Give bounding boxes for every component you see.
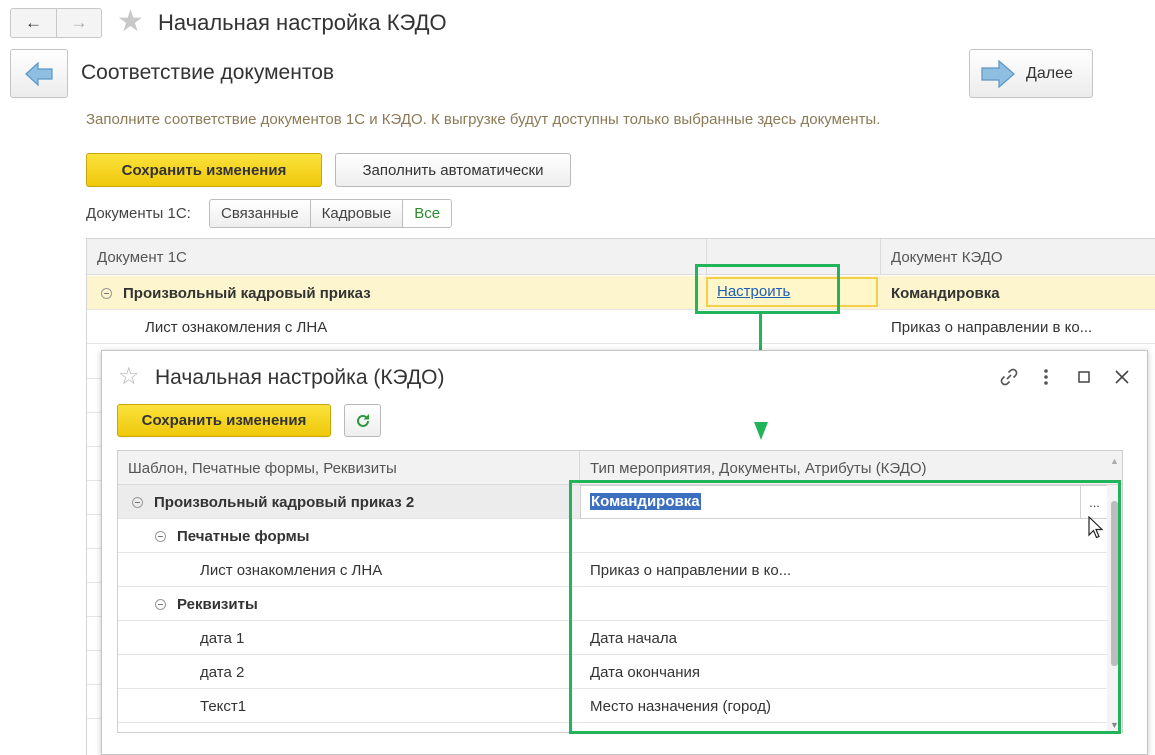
grid-line xyxy=(87,412,101,413)
row-doc1c: Лист ознакомления с ЛНА xyxy=(145,318,328,336)
tree-row-left: Произвольный кадровый приказ 2 xyxy=(132,485,414,519)
grid-line xyxy=(87,616,101,617)
next-button[interactable]: Далее xyxy=(969,49,1093,98)
tree-row-left: дата 2 xyxy=(200,663,245,681)
table-row[interactable]: Произвольный кадровый приказ Командировк… xyxy=(87,276,1155,310)
grid-line xyxy=(87,514,101,515)
table-row[interactable]: Лист ознакомления с ЛНА Приказ о направл… xyxy=(87,310,1155,344)
grid-line xyxy=(87,650,101,651)
tree-row-left-text: Печатные формы xyxy=(177,527,310,545)
collapse-icon[interactable] xyxy=(155,530,166,542)
tree-row-left: дата 1 xyxy=(200,629,245,647)
hint-text: Заполните соответствие документов 1С и К… xyxy=(86,111,881,128)
filter-label: Документы 1С: xyxy=(86,205,191,222)
table-header: Документ 1С Документ КЭДО xyxy=(87,239,1155,275)
refresh-icon xyxy=(356,413,369,427)
refresh-button[interactable] xyxy=(344,404,381,437)
row-kedo: Командировка xyxy=(891,284,1000,302)
grid-line xyxy=(87,480,101,481)
collapse-icon[interactable] xyxy=(101,287,112,299)
dialog-title: Начальная настройка (КЭДО) xyxy=(155,366,445,389)
grid-line xyxy=(87,582,101,583)
arrow-left-icon xyxy=(25,61,53,86)
close-icon[interactable] xyxy=(1110,365,1134,389)
grid-line xyxy=(87,684,101,685)
annotation-arrowhead-icon xyxy=(754,422,768,440)
link-icon[interactable] xyxy=(997,365,1021,389)
column-template[interactable]: Шаблон, Печатные формы, Реквизиты xyxy=(118,451,580,485)
more-menu-icon[interactable] xyxy=(1034,365,1058,389)
grid-line xyxy=(87,548,101,549)
back-button[interactable] xyxy=(10,49,68,98)
filter-hr[interactable]: Кадровые xyxy=(311,200,404,227)
tree-row-left: Реквизиты xyxy=(155,587,258,621)
mouse-cursor-icon xyxy=(1088,516,1104,539)
forward-arrow-icon[interactable]: → xyxy=(55,9,101,37)
highlight-frame xyxy=(695,264,840,314)
arrow-right-icon xyxy=(981,59,1015,88)
grid-line xyxy=(87,718,101,719)
column-kedo[interactable]: Документ КЭДО xyxy=(881,239,1155,275)
window-title: Начальная настройка КЭДО xyxy=(158,10,447,35)
grid-line xyxy=(87,378,101,379)
save-changes-button[interactable]: Сохранить изменения xyxy=(86,153,322,187)
column-doc1c[interactable]: Документ 1С xyxy=(87,239,707,275)
filter-segmented-control: Связанные Кадровые Все xyxy=(209,199,453,228)
filter-all[interactable]: Все xyxy=(403,200,452,227)
tree-row-left-text: Реквизиты xyxy=(177,595,258,613)
tree-row-left: Текст1 xyxy=(200,697,247,715)
next-button-label: Далее xyxy=(1026,64,1073,82)
dialog-save-button[interactable]: Сохранить изменения xyxy=(117,404,331,437)
favorite-star-icon[interactable]: ☆ xyxy=(118,364,140,390)
autofill-button[interactable]: Заполнить автоматически xyxy=(335,153,571,187)
tree-row-left: Лист ознакомления с ЛНА xyxy=(200,561,383,579)
filter-linked[interactable]: Связанные xyxy=(210,200,311,227)
row-kedo: Приказ о направлении в ко... xyxy=(891,318,1093,336)
history-nav: ← → xyxy=(10,8,102,38)
tree-row-left: Печатные формы xyxy=(155,519,310,553)
highlight-frame xyxy=(569,480,1121,734)
favorite-star-icon[interactable]: ★ xyxy=(117,7,144,37)
page-title: Соответствие документов xyxy=(81,61,335,84)
row-doc1c: Произвольный кадровый приказ xyxy=(101,276,371,310)
maximize-icon[interactable] xyxy=(1072,365,1096,389)
grid-line xyxy=(87,446,101,447)
collapse-icon[interactable] xyxy=(132,496,143,508)
tree-row-left-text: Произвольный кадровый приказ 2 xyxy=(154,493,415,511)
collapse-icon[interactable] xyxy=(155,598,166,610)
back-arrow-icon[interactable]: ← xyxy=(11,9,56,37)
row-doc1c-text: Произвольный кадровый приказ xyxy=(123,284,371,302)
